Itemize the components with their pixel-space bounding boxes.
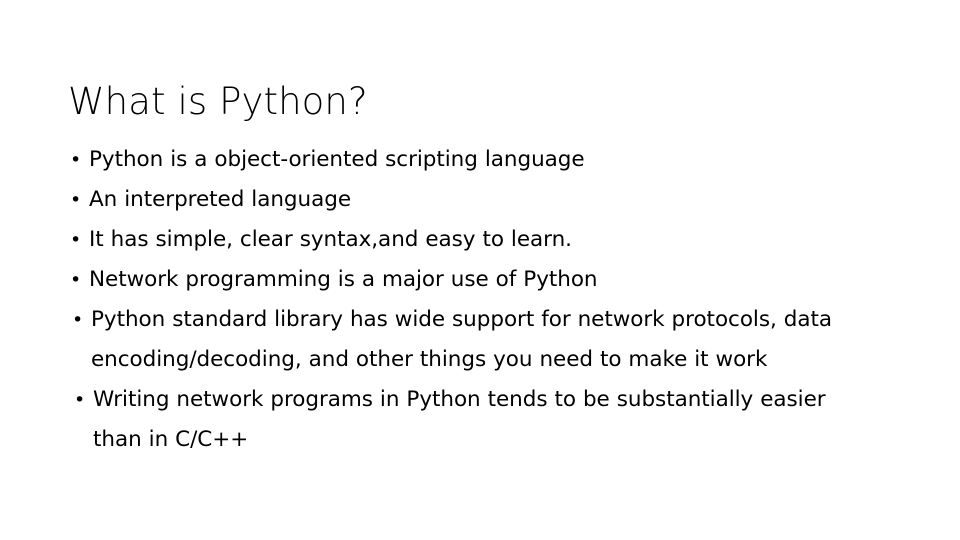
bullet-list: Python is a object-oriented scripting la… (62, 140, 898, 460)
presentation-slide: What is Python? Python is a object-orien… (0, 0, 960, 540)
bullet-item: It has simple, clear syntax,and easy to … (62, 220, 898, 260)
slide-title: What is Python? (68, 79, 368, 123)
bullet-text: An interpreted language (89, 187, 351, 212)
bullet-item: An interpreted language (62, 180, 898, 220)
bullet-text: Writing network programs in Python tends… (93, 387, 826, 412)
bullet-text-continuation: encoding/decoding, and other things you … (91, 347, 768, 372)
bullet-item: Python is a object-oriented scripting la… (62, 140, 898, 180)
bullet-item: Network programming is a major use of Py… (62, 260, 898, 300)
bullet-text: Network programming is a major use of Py… (89, 267, 598, 292)
bullet-text: Python is a object-oriented scripting la… (89, 147, 585, 172)
bullet-text: It has simple, clear syntax,and easy to … (89, 227, 572, 252)
slide-body: Python is a object-oriented scripting la… (62, 140, 898, 460)
bullet-item: Python standard library has wide support… (62, 300, 898, 380)
bullet-text-continuation: than in C/C++ (93, 427, 249, 452)
bullet-text: Python standard library has wide support… (91, 307, 832, 332)
bullet-item: Writing network programs in Python tends… (62, 380, 898, 460)
